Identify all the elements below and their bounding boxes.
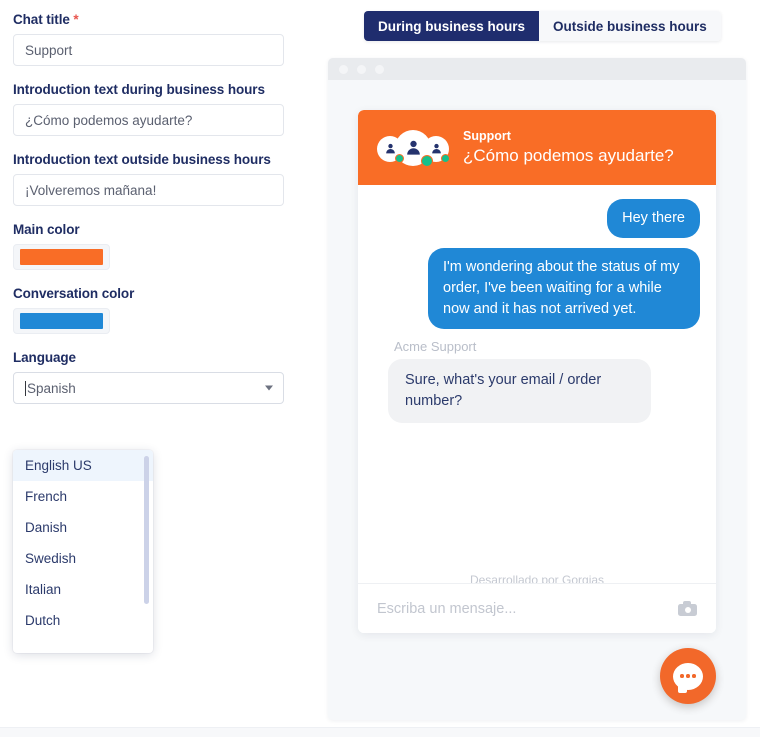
agent-message-bubble: Sure, what's your email / order number?: [388, 359, 651, 423]
chat-window: Support ¿Cómo podemos ayudarte? Hey ther…: [358, 110, 716, 633]
language-option-list: English US French Danish Swedish Italian Dutc…: [13, 450, 153, 636]
camera-icon[interactable]: [678, 601, 697, 616]
window-dot-close-icon: [339, 64, 348, 74]
chat-message-input[interactable]: Escriba un mensaje...: [377, 601, 678, 617]
main-color-label: Main color: [13, 222, 80, 237]
conversation-color-picker[interactable]: [13, 308, 110, 334]
field-intro-during: Introduction text during business hours: [13, 82, 303, 136]
chat-settings-form: Chat title * Introduction text during bu…: [13, 12, 303, 420]
window-dot-maximize-icon: [375, 64, 384, 74]
chat-title-input[interactable]: [13, 34, 284, 66]
language-option[interactable]: English US: [13, 450, 153, 481]
language-select[interactable]: Spanish: [13, 372, 284, 404]
conversation-color-swatch: [20, 313, 103, 329]
language-option[interactable]: Dutch: [13, 605, 153, 636]
chat-header-subtitle: ¿Cómo podemos ayudarte?: [463, 145, 674, 165]
text-cursor: [25, 380, 26, 396]
chat-launcher-button[interactable]: [660, 648, 716, 704]
chevron-down-icon: [265, 385, 273, 391]
business-hours-tabs: During business hours Outside business h…: [364, 11, 721, 41]
field-intro-outside: Introduction text outside business hours: [13, 152, 303, 206]
field-chat-title: Chat title *: [13, 12, 303, 66]
message-row: Sure, what's your email / order number?: [374, 359, 700, 423]
chat-message-list: Hey there I'm wondering about the status…: [358, 185, 716, 595]
page-bottom-divider: [0, 727, 760, 737]
language-option[interactable]: Danish: [13, 512, 153, 543]
online-status-dot: [395, 153, 404, 163]
chat-input-row[interactable]: Escriba un mensaje...: [358, 583, 716, 633]
online-status-dot: [441, 153, 450, 163]
tab-outside-business-hours[interactable]: Outside business hours: [539, 11, 721, 41]
dropdown-scrollbar[interactable]: [144, 456, 149, 646]
visitor-message-bubble: Hey there: [607, 199, 700, 238]
chat-header-text: Support ¿Cómo podemos ayudarte?: [463, 128, 674, 168]
intro-during-label: Introduction text during business hours: [13, 82, 265, 97]
main-color-picker[interactable]: [13, 244, 110, 270]
agent-avatars: [377, 127, 450, 169]
language-dropdown-menu[interactable]: English US French Danish Swedish Italian Dutc…: [13, 450, 153, 653]
field-conversation-color: Conversation color: [13, 286, 303, 334]
language-selected-value: Spanish: [27, 380, 76, 396]
person-icon: [406, 140, 420, 155]
intro-during-input[interactable]: [13, 104, 284, 136]
conversation-color-label: Conversation color: [13, 286, 135, 301]
agent-name-label: Acme Support: [394, 339, 477, 354]
language-option[interactable]: Swedish: [13, 543, 153, 574]
chat-bubble-icon: [673, 662, 703, 693]
online-status-dot: [421, 154, 433, 167]
language-option[interactable]: French: [13, 481, 153, 512]
language-label: Language: [13, 350, 76, 365]
chat-header-title: Support: [463, 128, 511, 143]
chat-widget-preview: Support ¿Cómo podemos ayudarte? Hey ther…: [328, 58, 746, 720]
settings-page: Chat title * Introduction text during bu…: [0, 0, 760, 737]
chat-title-label: Chat title *: [13, 12, 79, 27]
message-row: I'm wondering about the status of my ord…: [374, 248, 700, 329]
chat-header: Support ¿Cómo podemos ayudarte?: [358, 110, 716, 185]
language-option[interactable]: Italian: [13, 574, 153, 605]
window-dot-minimize-icon: [357, 64, 366, 74]
person-icon: [431, 143, 441, 154]
tab-during-business-hours[interactable]: During business hours: [364, 11, 540, 41]
required-asterisk: *: [73, 12, 79, 27]
main-color-swatch: [20, 249, 103, 265]
dropdown-scrollbar-thumb[interactable]: [144, 456, 149, 604]
intro-outside-label: Introduction text outside business hours: [13, 152, 271, 167]
field-main-color: Main color: [13, 222, 303, 270]
visitor-message-bubble: I'm wondering about the status of my ord…: [428, 248, 700, 329]
intro-outside-input[interactable]: [13, 174, 284, 206]
field-language: Language Spanish: [13, 350, 303, 404]
message-row: Hey there: [374, 199, 700, 238]
preview-titlebar: [328, 58, 746, 80]
